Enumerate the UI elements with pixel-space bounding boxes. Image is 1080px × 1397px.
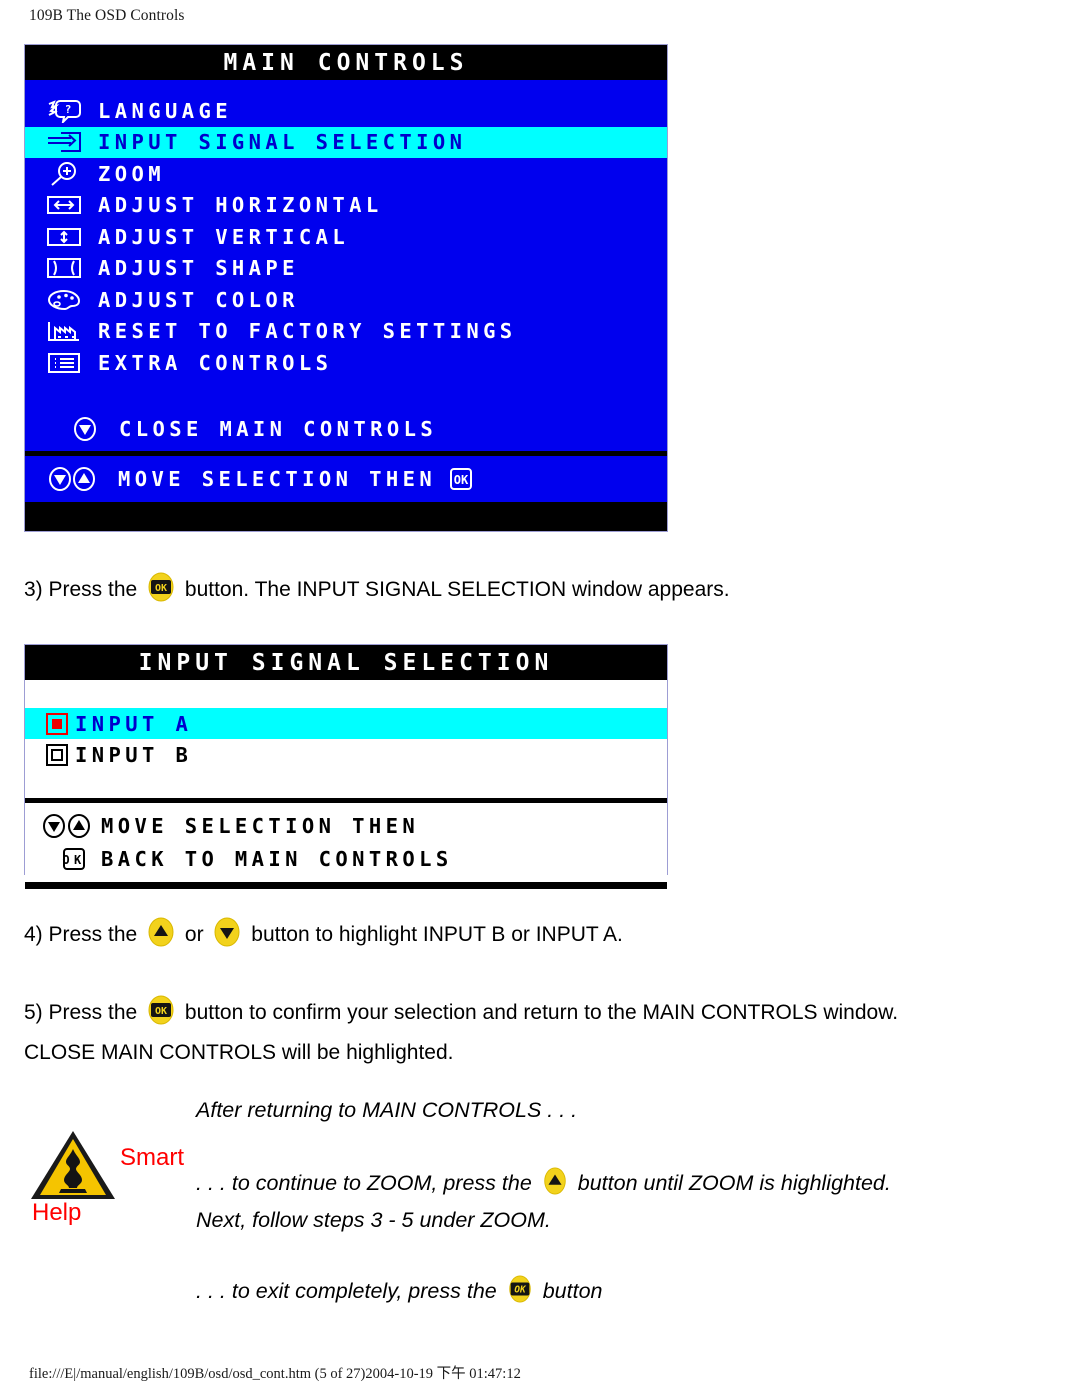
spacer [25, 770, 667, 798]
smart-help-line-2-before: . . . to continue to ZOOM, press the [196, 1171, 532, 1195]
osd-input-hint-line-2: OK BACK TO MAIN CONTROLS [39, 842, 667, 875]
osd-input-hint-line-1: MOVE SELECTION THEN [39, 809, 667, 842]
osd-main-menu-list: ? LANGUAGE INPUT SIGNAL SELECTION ZOOM A… [25, 80, 667, 385]
osd-main-hint-label: MOVE SELECTION THEN [118, 466, 437, 491]
up-arrow-button-icon[interactable] [146, 917, 176, 958]
menu-item-extra-controls[interactable]: EXTRA CONTROLS [25, 347, 667, 379]
smart-help-word-help: Help [32, 1199, 82, 1226]
down-arrow-button-icon[interactable] [212, 917, 242, 958]
option-label: INPUT B [75, 742, 193, 767]
menu-item-label: LANGUAGE [98, 98, 232, 123]
menu-item-label: ADJUST HORIZONTAL [98, 193, 383, 218]
move-selection-arrow-icons [39, 813, 101, 839]
horizontal-arrow-box-icon [44, 192, 84, 218]
menu-item-close-main-controls[interactable]: CLOSE MAIN CONTROLS [25, 406, 667, 451]
svg-text:?: ? [65, 103, 72, 116]
menu-item-adjust-shape[interactable]: ADJUST SHAPE [25, 253, 667, 285]
step-5-before: 5) Press the [24, 1001, 138, 1024]
step-4-after: button to highlight INPUT B or INPUT A. [251, 923, 623, 946]
spacer [25, 384, 667, 407]
ok-button-icon[interactable]: OK [146, 572, 176, 613]
menu-item-label: ZOOM [98, 161, 165, 186]
smart-help-line-4: . . . to exit completely, press the OK b… [196, 1274, 602, 1310]
step-4-text: 4) Press the or button to highlight INPU… [24, 917, 623, 958]
menu-item-zoom[interactable]: ZOOM [25, 158, 667, 190]
option-label: INPUT A [75, 711, 193, 736]
osd-input-title: INPUT SIGNAL SELECTION [25, 645, 667, 680]
color-palette-icon [44, 287, 84, 313]
arrow-into-box-icon [44, 129, 84, 155]
step-4-before: 4) Press the [24, 923, 138, 946]
menu-item-adjust-vertical[interactable]: ADJUST VERTICAL [25, 221, 667, 253]
ok-button-icon: OK [448, 467, 474, 491]
step-3-after: button. The INPUT SIGNAL SELECTION windo… [184, 578, 730, 601]
osd-input-hint-block: MOVE SELECTION THEN OK BACK TO MAIN CONT… [25, 803, 667, 882]
speech-bubble-question-icon: ? [44, 98, 84, 124]
svg-text:OK: OK [62, 853, 85, 867]
osd-main-title: MAIN CONTROLS [25, 45, 667, 80]
radio-selected-icon [39, 712, 75, 736]
menu-item-label: RESET TO FACTORY SETTINGS [98, 319, 517, 344]
menu-item-adjust-color[interactable]: ADJUST COLOR [25, 284, 667, 316]
vertical-arrow-box-icon [44, 224, 84, 250]
svg-text:OK: OK [514, 1285, 527, 1296]
option-input-a[interactable]: INPUT A [25, 708, 667, 739]
osd-bottom-bar [25, 882, 667, 889]
ok-button-icon[interactable]: OK [506, 1274, 534, 1310]
menu-item-input-signal-selection[interactable]: INPUT SIGNAL SELECTION [25, 126, 667, 158]
osd-input-hint-label-1: MOVE SELECTION THEN [101, 813, 420, 838]
menu-item-label: INPUT SIGNAL SELECTION [98, 130, 467, 155]
pincushion-shape-icon [44, 255, 84, 281]
osd-input-body: INPUT A INPUT B [25, 680, 667, 798]
smart-help-line-3: Next, follow steps 3 - 5 under ZOOM. [196, 1208, 551, 1232]
ok-button-icon: OK [61, 847, 101, 871]
osd-main-hint-row: MOVE SELECTION THEN OK [25, 455, 667, 502]
smart-help-line-2: . . . to continue to ZOOM, press the but… [196, 1166, 891, 1202]
smart-help-line-1: After returning to MAIN CONTROLS . . . [196, 1098, 578, 1122]
menu-item-reset-to-factory-settings[interactable]: RESET TO FACTORY SETTINGS [25, 316, 667, 348]
svg-text:OK: OK [155, 583, 167, 594]
menu-item-language[interactable]: ? LANGUAGE [25, 95, 667, 127]
osd-bottom-bar [25, 501, 667, 509]
list-box-icon [44, 350, 84, 376]
page-footer: file:///E|/manual/english/109B/osd/osd_c… [29, 1366, 521, 1382]
menu-item-label: ADJUST COLOR [98, 287, 299, 312]
menu-item-adjust-horizontal[interactable]: ADJUST HORIZONTAL [25, 190, 667, 222]
svg-text:OK: OK [155, 1006, 167, 1017]
menu-item-label: ADJUST SHAPE [98, 256, 299, 281]
radio-unselected-icon [39, 743, 75, 767]
svg-text:OK: OK [454, 473, 469, 487]
page-header: 109B The OSD Controls [29, 7, 185, 24]
move-selection-arrow-icons [44, 466, 104, 492]
menu-item-label: CLOSE MAIN CONTROLS [119, 416, 438, 441]
osd-input-signal-selection-window: INPUT SIGNAL SELECTION INPUT A INPUT B M… [24, 644, 668, 889]
up-arrow-button-icon[interactable] [541, 1166, 569, 1202]
osd-main-controls-window: MAIN CONTROLS ? LANGUAGE INPUT SIGNAL SE… [24, 44, 668, 532]
osd-main-body: ? LANGUAGE INPUT SIGNAL SELECTION ZOOM A… [25, 80, 667, 451]
menu-item-label: ADJUST VERTICAL [98, 224, 350, 249]
manual-page: 109B The OSD Controls MAIN CONTROLS ? LA… [0, 0, 1080, 1397]
step-5-line-2: CLOSE MAIN CONTROLS will be highlighted. [24, 1041, 454, 1064]
down-arrow-circle-icon [65, 416, 105, 442]
step-3-text: 3) Press the OK button. The INPUT SIGNAL… [24, 572, 730, 613]
step-3-before: 3) Press the [24, 578, 138, 601]
step-5-text: 5) Press the OK button to confirm your s… [24, 995, 898, 1070]
menu-item-label: EXTRA CONTROLS [98, 350, 333, 375]
step-4-middle: or [184, 923, 204, 946]
factory-icon [44, 318, 84, 344]
magnifier-plus-icon [44, 161, 84, 187]
option-input-b[interactable]: INPUT B [25, 739, 667, 770]
osd-input-hint-label-2: BACK TO MAIN CONTROLS [101, 846, 453, 871]
spacer [25, 680, 667, 708]
smart-help-line-2-after: button until ZOOM is highlighted. [577, 1171, 891, 1195]
ok-button-icon[interactable]: OK [146, 995, 176, 1036]
step-5-after: button to confirm your selection and ret… [184, 1001, 899, 1024]
smart-help-line-4-before: . . . to exit completely, press the [196, 1279, 497, 1303]
smart-help-word-smart: Smart [120, 1144, 185, 1171]
smart-help-line-4-after: button [542, 1279, 603, 1303]
